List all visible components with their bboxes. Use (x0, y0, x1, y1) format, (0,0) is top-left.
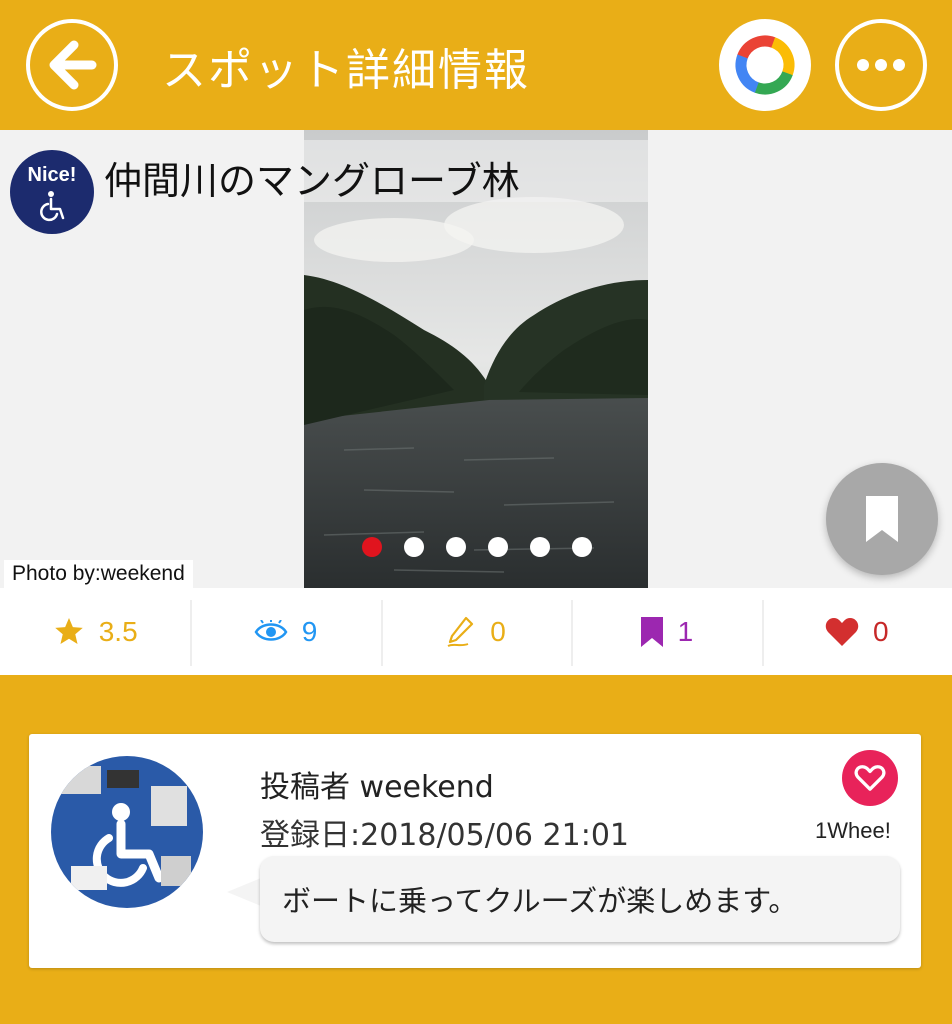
bookmark-button[interactable] (826, 463, 938, 575)
stat-bookmarks[interactable]: 1 (571, 588, 761, 675)
back-button[interactable] (26, 19, 118, 111)
nice-badge: Nice! (10, 150, 94, 234)
poster-name: 投稿者 weekend (260, 770, 494, 805)
spot-name: 仲間川のマングローブ林 (104, 159, 520, 203)
whee-count: 1Whee! (815, 818, 891, 843)
nice-badge-label: Nice! (27, 164, 77, 186)
views-value: 9 (301, 615, 318, 647)
carousel-dot[interactable] (404, 537, 424, 557)
carousel-dot-active[interactable] (362, 537, 382, 557)
stats-bar: 3.5 9 0 1 0 (0, 588, 952, 675)
stat-reviews[interactable]: 0 (380, 588, 571, 675)
wheelchair-icon (40, 191, 65, 222)
page-title: スポット詳細情報 (162, 45, 530, 96)
google-button[interactable] (719, 19, 811, 111)
bookmark-icon (866, 496, 898, 542)
eye-icon (254, 619, 288, 641)
registered-date: 登録日:2018/05/06 21:01 (260, 818, 630, 853)
bubble-tail (227, 878, 261, 906)
carousel-dot[interactable] (530, 537, 550, 557)
carousel-indicator (362, 537, 592, 557)
spot-image-carousel[interactable]: Nice! 仲間川のマングローブ林 Photo by:weekend (0, 130, 952, 588)
carousel-dot[interactable] (488, 537, 508, 557)
more-button[interactable] (835, 19, 927, 111)
photo-credit: Photo by:weekend (4, 560, 193, 588)
carousel-dot[interactable] (446, 537, 466, 557)
stat-likes[interactable]: 0 (761, 588, 952, 675)
bookmark-icon (640, 616, 663, 647)
comment-bubble: ボートに乗ってクルーズが楽しめます。 (260, 856, 900, 942)
reviews-value: 0 (490, 615, 506, 647)
star-icon (54, 617, 83, 644)
arrow-left-icon (49, 40, 97, 90)
carousel-dot[interactable] (572, 537, 592, 557)
likes-value: 0 (872, 615, 889, 647)
stat-views[interactable]: 9 (190, 588, 380, 675)
pencil-icon (447, 616, 474, 647)
whee-button[interactable] (842, 750, 898, 806)
wheelchair-sign-avatar (51, 756, 203, 908)
heart-icon (825, 617, 859, 646)
more-dots-icon (857, 59, 905, 71)
poster-avatar[interactable] (51, 756, 203, 908)
stat-rating[interactable]: 3.5 (0, 588, 190, 675)
post-card: 投稿者 weekend 登録日:2018/05/06 21:01 1Whee! … (29, 734, 921, 968)
bookmarks-value: 1 (677, 615, 694, 647)
rating-value: 3.5 (98, 615, 138, 647)
google-ring-icon (735, 35, 795, 95)
heart-icon (854, 765, 886, 791)
app-header: スポット詳細情報 (0, 0, 952, 130)
